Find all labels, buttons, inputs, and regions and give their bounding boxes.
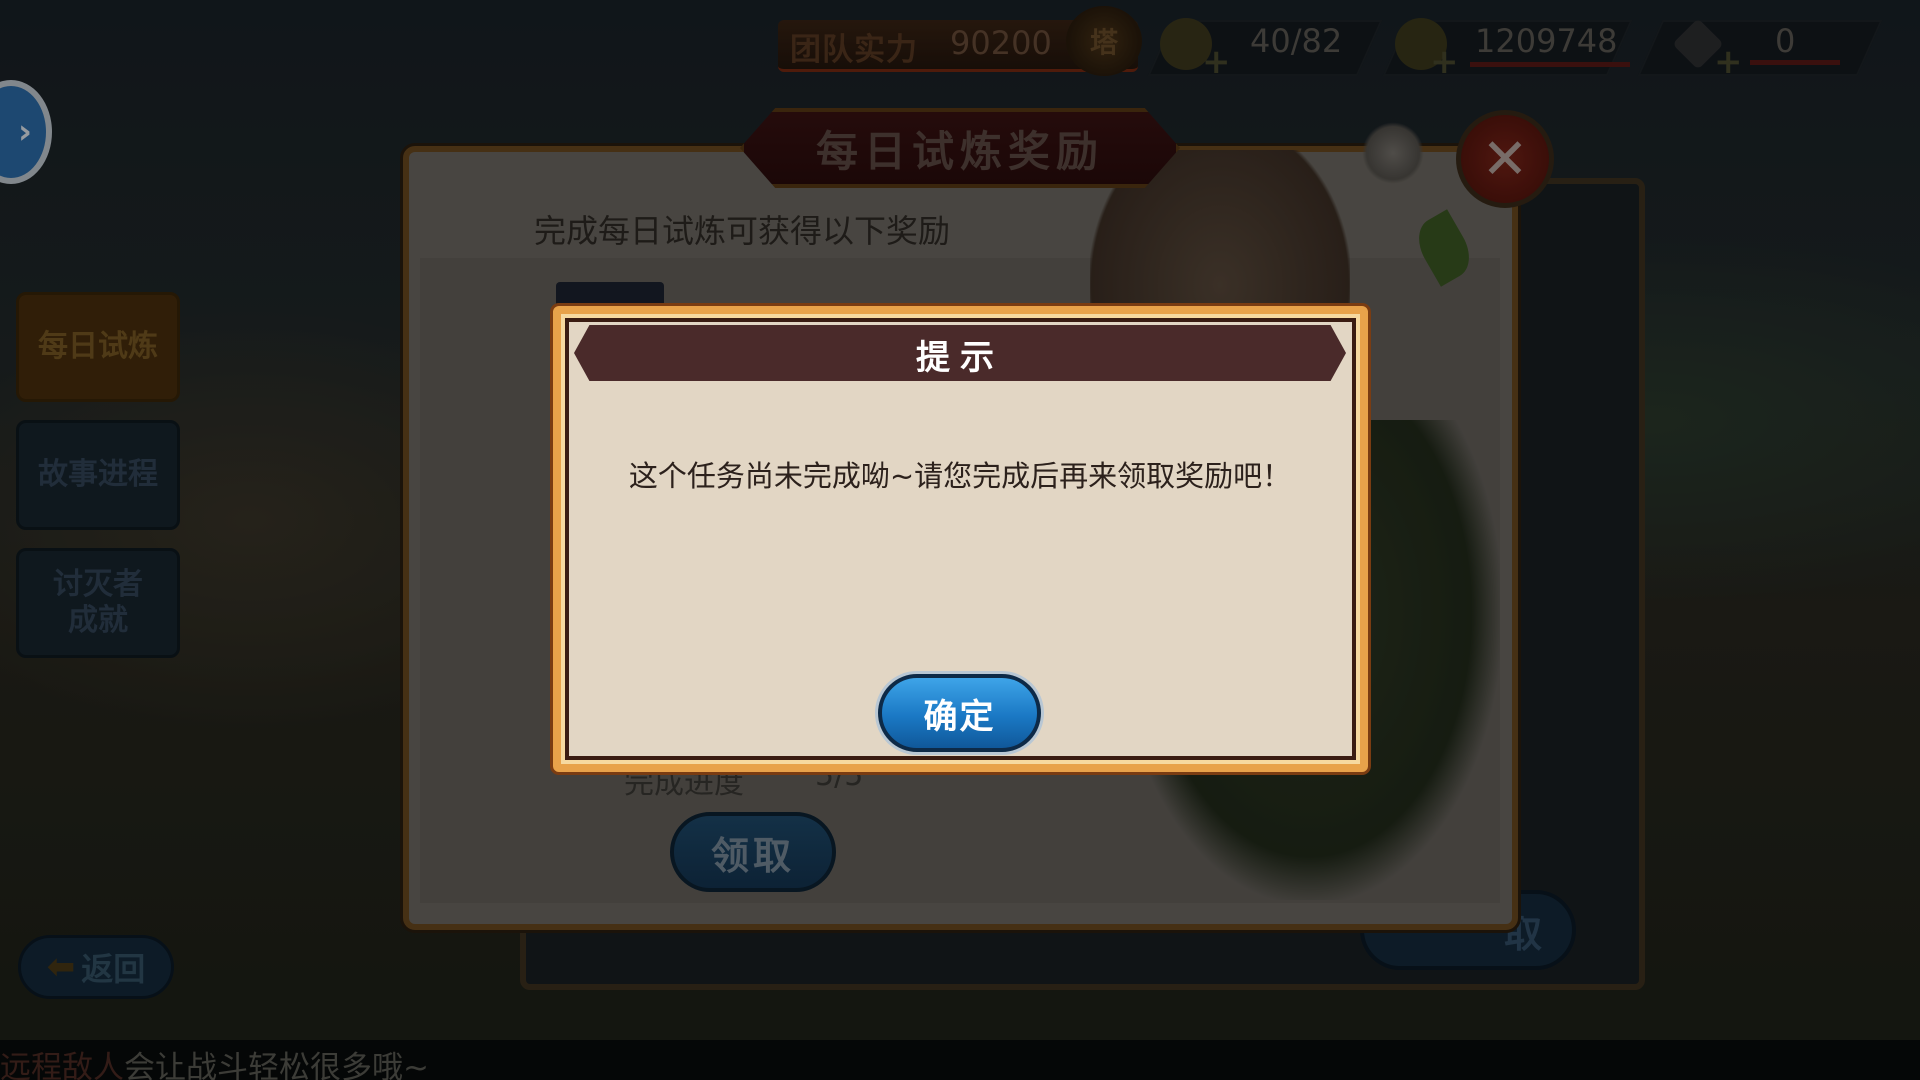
confirm-button[interactable]: 确定 [878,674,1041,752]
dialog-title: 提示 [916,337,1004,378]
dialog-message: 这个任务尚未完成呦~请您完成后再来领取奖励吧！ [628,459,1292,493]
